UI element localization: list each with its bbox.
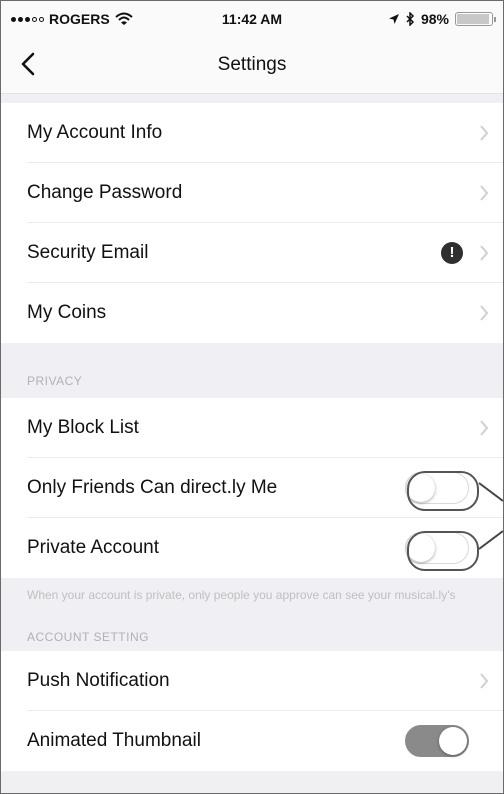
toggle-knob [439, 727, 467, 755]
row-label: Push Notification [27, 670, 170, 691]
section-header-account-setting: ACCOUNT SETTING [27, 630, 149, 644]
status-bar: ROGERS 11:42 AM 98% [1, 1, 503, 37]
row-animated-thumbnail: Animated Thumbnail [1, 711, 503, 771]
row-my-block-list[interactable]: My Block List [1, 398, 503, 458]
private-account-toggle[interactable] [405, 532, 469, 564]
battery-percent: 98% [420, 11, 449, 27]
animated-thumbnail-toggle[interactable] [405, 725, 469, 757]
row-label: Only Friends Can direct.ly Me [27, 477, 278, 498]
row-label: My Block List [27, 417, 139, 438]
row-security-email[interactable]: Security Email ! [1, 223, 503, 283]
only-friends-toggle[interactable] [405, 472, 469, 504]
toggle-knob [407, 534, 435, 562]
row-label: Change Password [27, 182, 183, 203]
row-private-account: Private Account [1, 518, 503, 578]
row-only-friends-direct: Only Friends Can direct.ly Me [1, 458, 503, 518]
chevron-right-icon [480, 245, 489, 261]
toggle-knob [407, 474, 435, 502]
section-header-privacy: PRIVACY [27, 374, 83, 388]
location-icon [388, 14, 399, 24]
row-label: Security Email [27, 242, 149, 263]
row-label: My Coins [27, 302, 107, 323]
privacy-group: My Block List Only Friends Can direct.ly… [1, 398, 503, 578]
settings-screen: ROGERS 11:42 AM 98% Settings My Account … [0, 0, 504, 794]
status-right: 98% [388, 11, 496, 27]
chevron-right-icon [480, 185, 489, 201]
alert-icon: ! [441, 242, 463, 264]
chevron-right-icon [480, 305, 489, 321]
account-group: My Account Info Change Password Security… [1, 103, 503, 343]
row-my-coins[interactable]: My Coins [1, 283, 503, 343]
nav-bar: Settings [1, 37, 503, 94]
account-setting-group: Push Notification Animated Thumbnail [1, 651, 503, 771]
row-label: Private Account [27, 537, 160, 558]
row-label: My Account Info [27, 122, 163, 143]
privacy-note: When your account is private, only peopl… [27, 588, 456, 602]
row-change-password[interactable]: Change Password [1, 163, 503, 223]
chevron-right-icon [480, 673, 489, 689]
bluetooth-icon [406, 12, 415, 26]
chevron-right-icon [480, 420, 489, 436]
chevron-right-icon [480, 125, 489, 141]
page-title: Settings [217, 54, 287, 75]
battery-fill [457, 14, 489, 24]
row-push-notification[interactable]: Push Notification [1, 651, 503, 711]
row-my-account-info[interactable]: My Account Info [1, 103, 503, 163]
battery-icon [455, 12, 496, 26]
row-label: Animated Thumbnail [27, 730, 201, 751]
